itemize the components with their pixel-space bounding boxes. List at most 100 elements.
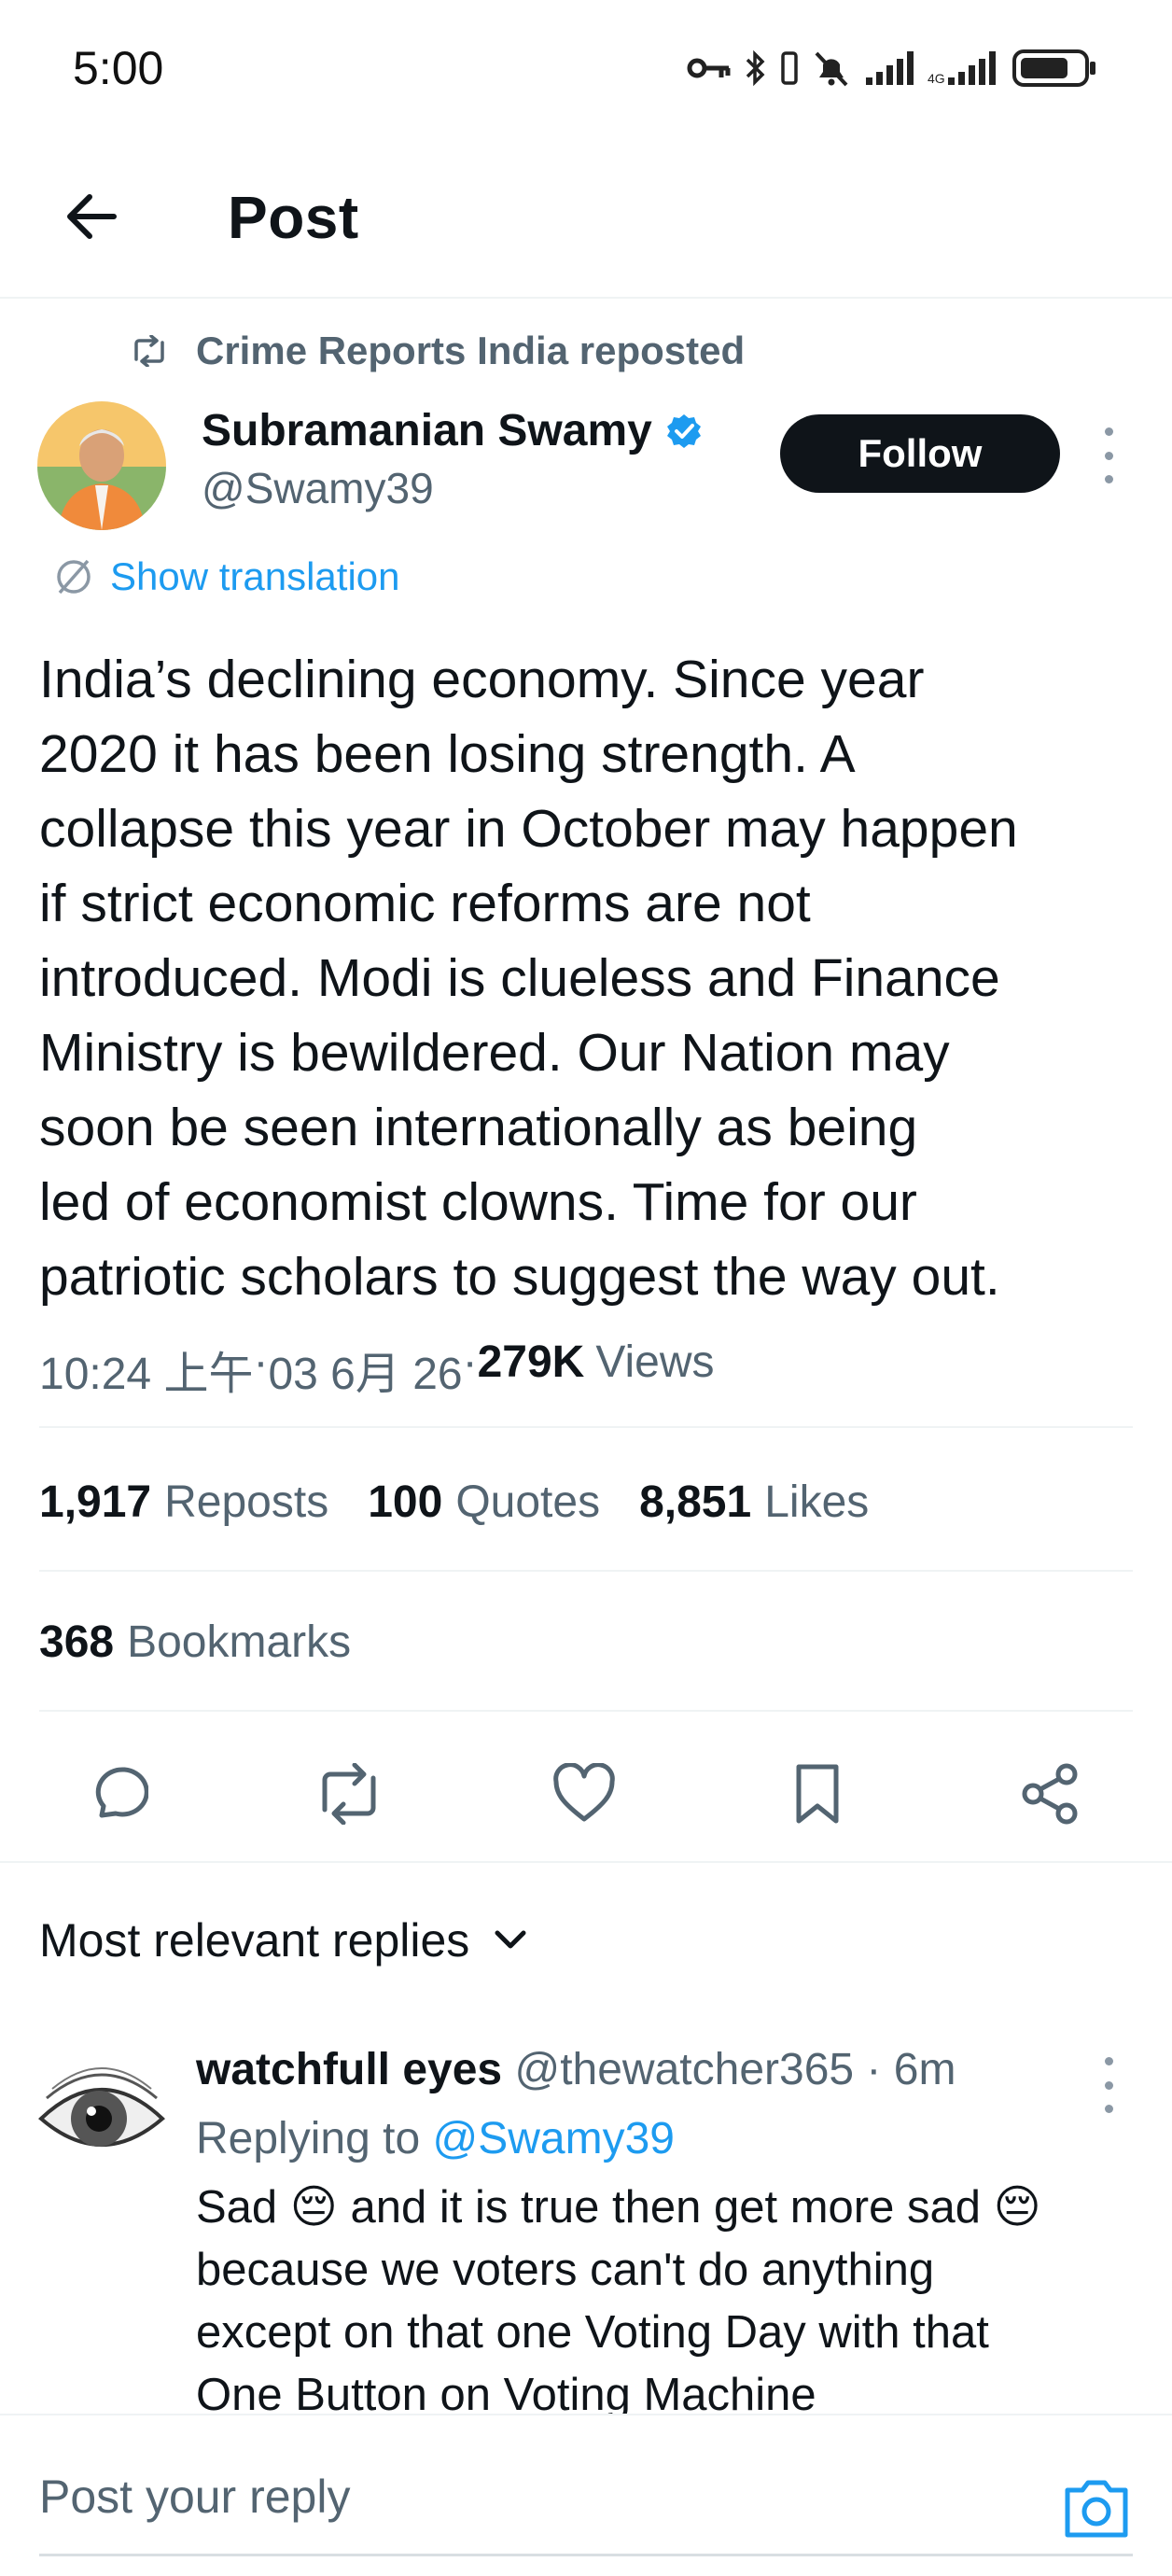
- bookmarks-count: 368: [39, 1617, 115, 1667]
- repost-icon: [322, 1763, 376, 1825]
- more-dot: [1104, 427, 1113, 436]
- repost-icon: [134, 335, 164, 367]
- status-time: 5:00: [73, 42, 164, 94]
- replies-sort-label: Most relevant replies: [39, 1914, 470, 1967]
- engagement-stats: 1,917 Reposts 100 Quotes 8,851 Likes: [39, 1477, 869, 1528]
- more-dot: [1104, 2105, 1113, 2113]
- share-button[interactable]: [1004, 1747, 1097, 1841]
- bookmark-button[interactable]: [771, 1747, 864, 1841]
- chevron-down-icon: [495, 1930, 526, 1949]
- post-date[interactable]: 03 6月 26: [268, 1337, 462, 1402]
- reply-text-line: Sad 😔 and it is true then get more sad 😔: [196, 2182, 1041, 2233]
- translate-icon: [57, 559, 91, 595]
- post-text-line: India’s declining economy. Since year: [39, 650, 925, 709]
- post-text-line: led of economist clowns. Time for our: [39, 1172, 917, 1232]
- avatar[interactable]: [37, 401, 166, 530]
- views-count: 279K: [477, 1337, 585, 1387]
- reply-author-name[interactable]: watchfull eyes: [196, 2045, 502, 2094]
- reply-age: 6m: [893, 2045, 956, 2094]
- bluetooth-icon: [746, 49, 765, 87]
- divider: [39, 1710, 1133, 1712]
- reply-text: Sad 😔 and it is true then get more sad 😔…: [196, 2177, 1129, 2427]
- key-icon: [687, 58, 731, 78]
- composer-underline: [39, 2554, 1133, 2556]
- quotes-count: 100: [368, 1477, 443, 1527]
- section-divider: [0, 1861, 1172, 1863]
- more-dot: [1104, 451, 1113, 460]
- reply-text-line: except on that one Voting Day with that: [196, 2307, 989, 2358]
- top-app-bar: Post: [0, 149, 1172, 299]
- replying-to-link[interactable]: @Swamy39: [432, 2114, 674, 2163]
- bookmark-icon: [796, 1764, 839, 1824]
- reply-author-handle[interactable]: @thewatcher365: [514, 2045, 854, 2094]
- battery-icon: [1012, 49, 1095, 87]
- post-text-line: soon be seen internationally as being: [39, 1098, 918, 1157]
- replying-to: Replying to @Swamy39: [196, 2113, 675, 2164]
- post-text: India’s declining economy. Since year 20…: [39, 642, 1140, 1314]
- post-text-line: introduced. Modi is clueless and Finance: [39, 948, 1000, 1008]
- post-text-line: patriotic scholars to suggest the way ou…: [39, 1247, 1000, 1307]
- post-meta: 10:24 上午 · 03 6月 26 · 279K Views: [39, 1337, 715, 1402]
- status-bar: 5:00 4G: [0, 0, 1172, 140]
- quotes-stat[interactable]: 100 Quotes: [368, 1477, 600, 1528]
- more-options-button[interactable]: [1090, 427, 1127, 483]
- meta-separator: ·: [253, 1337, 269, 1387]
- reply-more-button[interactable]: [1090, 2057, 1127, 2113]
- follow-button[interactable]: Follow: [780, 414, 1060, 493]
- post-text-line: collapse this year in October may happen: [39, 799, 1018, 859]
- reposts-stat[interactable]: 1,917 Reposts: [39, 1477, 328, 1528]
- signal-icon: [866, 51, 914, 85]
- likes-label: Likes: [764, 1477, 870, 1527]
- more-dot: [1104, 475, 1113, 483]
- heart-icon: [553, 1763, 615, 1822]
- mute-icon: [815, 51, 848, 87]
- post-text-line: 2020 it has been losing strength. A: [39, 724, 856, 784]
- camera-icon: [1065, 2480, 1128, 2538]
- replies-sort-dropdown[interactable]: Most relevant replies: [39, 1913, 529, 1967]
- post-time[interactable]: 10:24 上午: [39, 1337, 253, 1402]
- meta-separator: ·: [866, 2045, 894, 2094]
- reply-text-line: because we voters can't do anything: [196, 2245, 935, 2295]
- reply-input[interactable]: Post your reply: [39, 2470, 350, 2524]
- author-avatar-image: [37, 401, 166, 530]
- repost-button[interactable]: [302, 1747, 396, 1841]
- replying-prefix: Replying to: [196, 2114, 433, 2163]
- vibrate-icon: [781, 51, 798, 85]
- reply-header: watchfull eyes @thewatcher365 · 6m: [196, 2044, 956, 2095]
- eye-avatar-image: [37, 2051, 166, 2180]
- views-label: Views: [595, 1337, 715, 1387]
- svg-text:4G: 4G: [928, 71, 945, 86]
- back-button[interactable]: [52, 177, 131, 256]
- post-text-line: Ministry is bewildered. Our Nation may: [39, 1023, 950, 1083]
- author-handle[interactable]: @Swamy39: [202, 463, 434, 513]
- reposts-count: 1,917: [39, 1477, 152, 1527]
- likes-stat[interactable]: 8,851 Likes: [639, 1477, 869, 1528]
- reposts-label: Reposts: [164, 1477, 329, 1527]
- page-title: Post: [228, 184, 359, 251]
- reply-icon: [95, 1767, 148, 1818]
- arrow-left-icon: [67, 194, 117, 239]
- post-text-line: if strict economic reforms are not: [39, 874, 811, 933]
- repost-indicator[interactable]: Crime Reports India reposted: [131, 329, 745, 373]
- bookmarks-label: Bookmarks: [127, 1617, 352, 1667]
- status-icons: 4G: [687, 45, 1097, 91]
- share-icon: [1022, 1763, 1078, 1825]
- signal-icon: 4G: [928, 51, 996, 86]
- reply-item[interactable]: watchfull eyes @thewatcher365 · 6m Reply…: [0, 2035, 1172, 2420]
- repost-label: Crime Reports India reposted: [196, 329, 746, 372]
- verified-badge-icon: [666, 413, 701, 448]
- add-photo-button[interactable]: [1054, 2466, 1138, 2550]
- action-bar: [0, 1747, 1172, 1859]
- divider: [39, 1570, 1133, 1572]
- divider: [39, 1426, 1133, 1428]
- reply-button[interactable]: [69, 1747, 162, 1841]
- like-button[interactable]: [537, 1747, 631, 1841]
- likes-count: 8,851: [639, 1477, 752, 1527]
- avatar[interactable]: [37, 2051, 166, 2180]
- author-name: Subramanian Swamy: [202, 406, 652, 455]
- author-name-row[interactable]: Subramanian Swamy: [202, 405, 703, 456]
- reply-composer: Post your reply: [0, 2414, 1172, 2576]
- more-dot: [1104, 2057, 1113, 2065]
- bookmarks-stat[interactable]: 368 Bookmarks: [39, 1617, 351, 1668]
- show-translation-link[interactable]: Show translation: [52, 554, 400, 599]
